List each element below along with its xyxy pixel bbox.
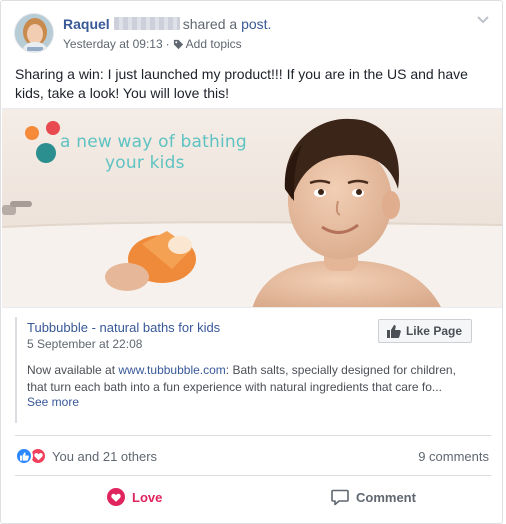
desc-line-2: that turn each bath into a fun experienc… <box>27 380 442 394</box>
add-topics-link[interactable]: Add topics <box>173 37 242 51</box>
comment-button[interactable]: Comment <box>331 480 416 514</box>
thumbs-up-icon <box>386 324 401 338</box>
comment-label: Comment <box>356 489 416 505</box>
like-icon <box>15 447 33 465</box>
see-more-link[interactable]: See more <box>27 395 79 409</box>
desc-prefix: Now available at <box>27 363 119 377</box>
love-label: Love <box>132 489 163 505</box>
desc-line1-rest: : Bath salts, specially designed for chi… <box>225 363 456 377</box>
post-card: Raquel shared a post. Yesterday at 09:13 ·… <box>0 0 503 524</box>
comment-icon <box>331 489 349 505</box>
add-topics-label: Add topics <box>185 37 242 51</box>
redacted-surname <box>113 17 180 30</box>
post-link[interactable]: post. <box>241 16 271 32</box>
like-page-label: Like Page <box>405 324 462 338</box>
post-timestamp[interactable]: Yesterday at 09:13 <box>63 37 163 51</box>
divider <box>15 475 491 476</box>
reactions-text: You and 21 others <box>52 448 158 464</box>
author-avatar[interactable] <box>14 13 54 53</box>
desc-url[interactable]: www.tubbubble.com <box>118 363 225 377</box>
tagline-line-2: your kids <box>105 153 185 173</box>
tag-icon <box>173 39 183 50</box>
love-button[interactable]: Love <box>107 480 162 514</box>
chevron-down-icon[interactable] <box>476 15 490 25</box>
like-page-button[interactable]: Like Page <box>377 319 472 343</box>
link-description: Now available at www.tubbubble.com: Bath… <box>27 362 487 396</box>
image-tagline: a new way of bathing your kids <box>60 132 247 174</box>
shared-text: shared a <box>182 16 238 32</box>
tagline-line-1: a new way of bathing <box>60 132 247 152</box>
link-preview[interactable]: Tubbubble - natural baths for kids 5 Sep… <box>15 317 491 423</box>
avatar-photo <box>15 14 53 52</box>
post-meta: Yesterday at 09:13 · Add topics <box>63 37 242 51</box>
meta-separator: · <box>165 37 170 51</box>
author-line: Raquel shared a post. <box>63 16 271 32</box>
author-name[interactable]: Raquel <box>63 16 110 32</box>
link-title[interactable]: Tubbubble - natural baths for kids <box>27 320 220 335</box>
link-date: 5 September at 22:08 <box>27 337 143 351</box>
link-preview-image[interactable]: a new way of bathing your kids <box>2 108 502 308</box>
reactions-summary[interactable]: You and 21 others <box>15 447 157 465</box>
divider <box>15 435 491 436</box>
love-reaction-icon <box>107 488 125 506</box>
comments-count[interactable]: 9 comments <box>418 449 489 464</box>
post-text: Sharing a win: I just launched my produc… <box>15 66 468 101</box>
